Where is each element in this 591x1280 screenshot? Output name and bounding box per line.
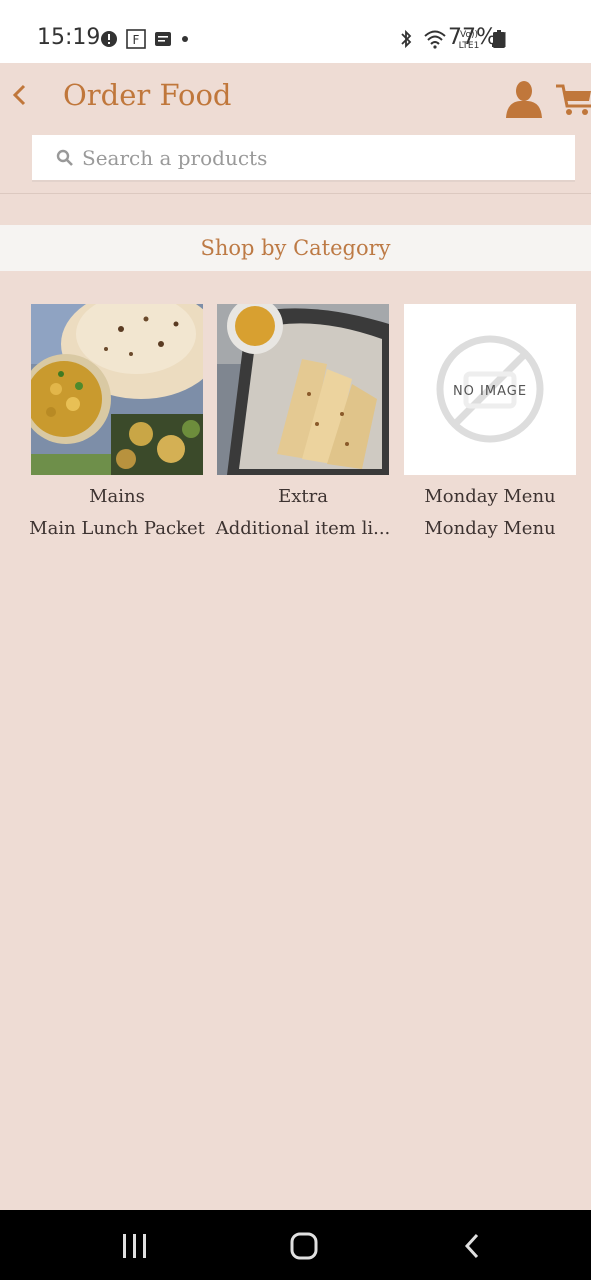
category-title: Monday Menu <box>424 486 556 507</box>
svg-text:F: F <box>133 33 140 47</box>
message-icon <box>155 32 171 46</box>
section-heading: Shop by Category <box>200 236 391 260</box>
app-header: Order Food <box>0 63 591 194</box>
category-title: Extra <box>278 486 328 507</box>
system-nav-bar <box>0 1210 591 1280</box>
home-icon[interactable] <box>289 1232 319 1260</box>
category-card-mains[interactable]: Mains Main Lunch Packet <box>29 304 205 541</box>
page-title: Order Food <box>63 78 232 112</box>
dot-icon <box>182 36 188 42</box>
alert-icon <box>101 31 117 47</box>
battery-percent: 77% <box>448 25 497 50</box>
category-card-extra[interactable]: Extra Additional item li... <box>216 304 390 541</box>
chevron-left-icon[interactable] <box>8 80 30 110</box>
flipboard-icon: F <box>126 29 146 49</box>
no-image-placeholder: NO IMAGE <box>404 304 576 475</box>
category-card-monday-menu[interactable]: NO IMAGE Monday Menu Monday Menu <box>404 304 576 541</box>
search-input[interactable] <box>82 137 562 178</box>
status-bar: 15:19 F Vo)) LTE1 77% <box>0 0 591 63</box>
category-subtitle: Main Lunch Packet <box>29 518 205 539</box>
wifi-icon <box>424 30 446 49</box>
cart-icon[interactable] <box>555 80 591 118</box>
battery-icon <box>493 30 505 48</box>
user-icon[interactable] <box>503 80 545 118</box>
status-icons-left: F <box>100 28 190 50</box>
category-subtitle: Monday Menu <box>424 518 556 539</box>
mains-food-photo <box>31 304 203 475</box>
category-subtitle: Additional item li... <box>215 518 391 539</box>
status-time: 15:19 <box>37 25 101 50</box>
search-box[interactable] <box>32 135 575 182</box>
recent-apps-icon[interactable] <box>121 1234 149 1258</box>
search-icon <box>56 149 73 166</box>
back-icon[interactable] <box>462 1232 482 1260</box>
bluetooth-icon <box>401 29 412 49</box>
extra-food-photo <box>217 304 389 475</box>
category-title: Mains <box>89 486 145 507</box>
no-image-text: NO IMAGE <box>453 384 527 399</box>
category-section-header: Shop by Category <box>0 225 591 271</box>
